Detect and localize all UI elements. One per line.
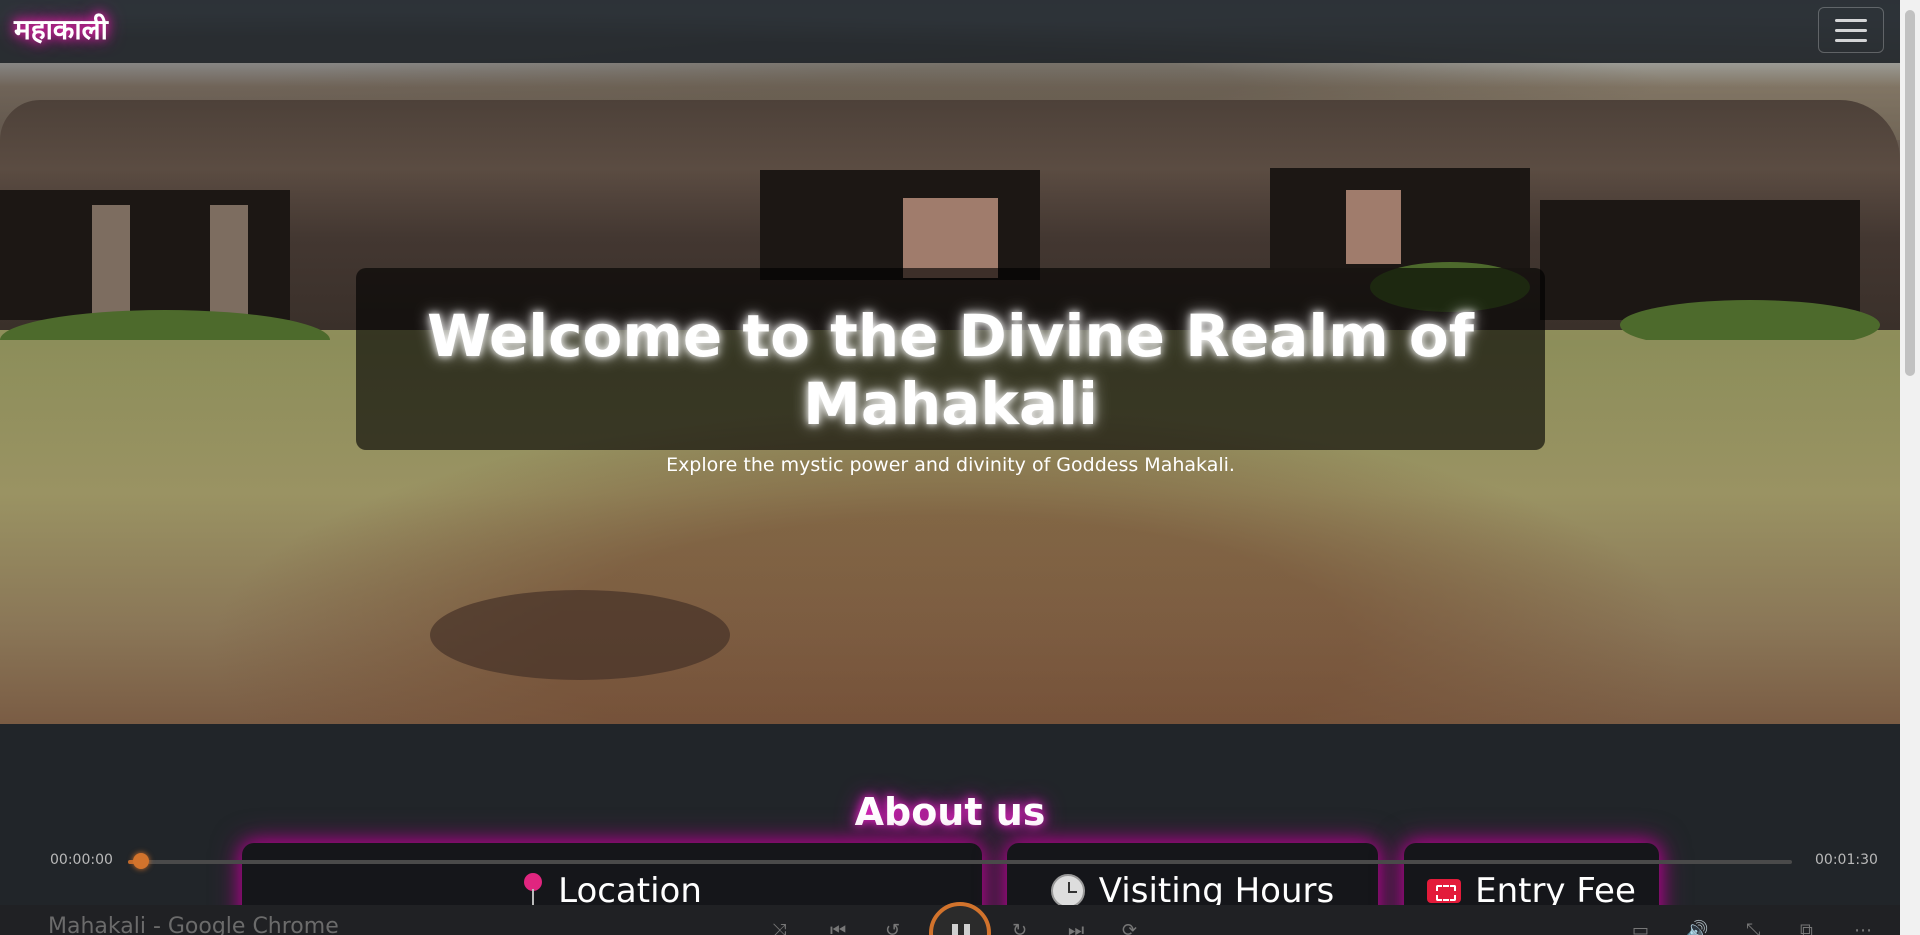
forward-icon[interactable]: ↻ bbox=[1012, 920, 1027, 935]
navbar: महाकाली bbox=[0, 0, 1900, 63]
screen-icon[interactable]: ▭ bbox=[1632, 920, 1649, 935]
total-time: 00:01:30 bbox=[1815, 852, 1878, 868]
hero-title: Welcome to the Divine Realm of Mahakali bbox=[427, 302, 1474, 438]
clock-icon bbox=[1050, 874, 1085, 908]
hamburger-icon bbox=[1835, 38, 1867, 42]
scrollbar-thumb[interactable] bbox=[1905, 10, 1915, 376]
hero-pillar bbox=[210, 205, 248, 317]
brand-logo[interactable]: महाकाली bbox=[14, 10, 108, 48]
scrollbar[interactable] bbox=[1900, 0, 1920, 935]
hero-subtitle: Explore the mystic power and divinity of… bbox=[666, 454, 1235, 476]
ticket-icon bbox=[1427, 879, 1462, 903]
hamburger-icon bbox=[1835, 18, 1867, 22]
hero-pillar bbox=[92, 205, 130, 317]
repeat-icon[interactable]: ⟳ bbox=[1122, 920, 1137, 935]
hero-dirt bbox=[430, 590, 730, 680]
menu-toggle-button[interactable] bbox=[1818, 7, 1884, 53]
hero-caption: Welcome to the Divine Realm of Mahakali … bbox=[356, 268, 1545, 476]
hamburger-icon bbox=[1835, 28, 1867, 32]
hero-door bbox=[1346, 190, 1401, 264]
hero-door bbox=[903, 198, 998, 278]
rewind-icon[interactable]: ↺ bbox=[885, 920, 900, 935]
more-icon[interactable]: ⋯ bbox=[1854, 920, 1872, 935]
minimize-player-icon[interactable]: ⤡ bbox=[1746, 920, 1760, 935]
hero-cave bbox=[760, 170, 1040, 280]
current-time: 00:00:00 bbox=[50, 852, 113, 868]
pushpin-icon bbox=[522, 871, 544, 907]
about-title: About us bbox=[854, 790, 1046, 834]
seek-handle[interactable] bbox=[133, 853, 149, 869]
volume-icon[interactable]: 🔊 bbox=[1686, 920, 1708, 935]
next-icon[interactable]: ⏭ bbox=[1068, 920, 1084, 935]
window-title: Mahakali - Google Chrome bbox=[48, 914, 339, 935]
previous-icon[interactable]: ⏮ bbox=[830, 920, 846, 935]
shuffle-icon[interactable]: ⤨ bbox=[772, 920, 786, 935]
seek-bar[interactable] bbox=[128, 860, 1792, 864]
page: महाकाली Welcome to the Divine Realm of M… bbox=[0, 0, 1920, 935]
window-icon[interactable]: ⧉ bbox=[1800, 920, 1813, 935]
